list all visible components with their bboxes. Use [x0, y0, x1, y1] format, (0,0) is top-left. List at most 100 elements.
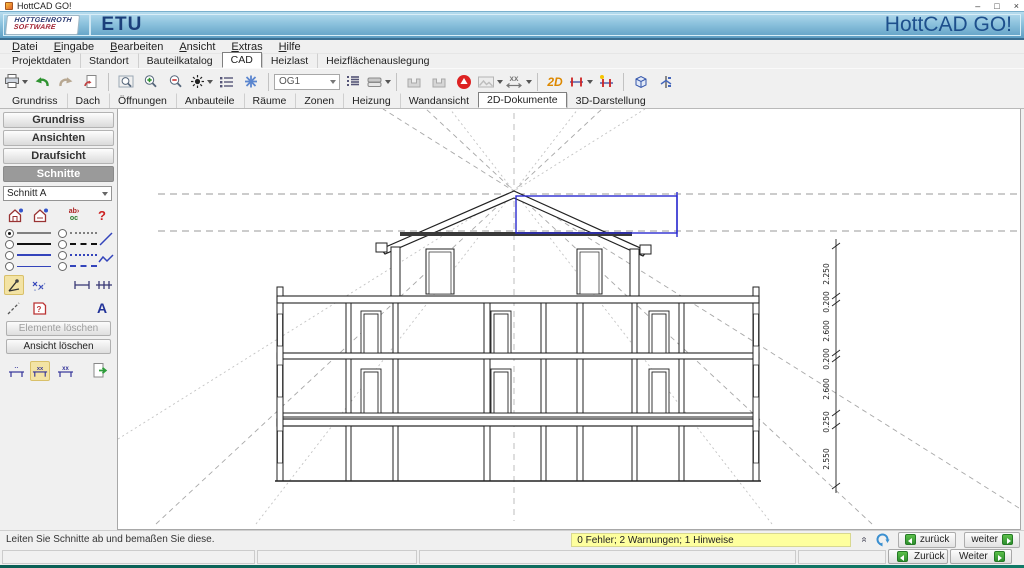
line-style-radio-black-solid[interactable] [5, 240, 14, 249]
svg-text:2.550: 2.550 [822, 448, 831, 470]
section-3d-button[interactable] [654, 71, 678, 93]
2d-mode-button[interactable]: 2D [543, 71, 567, 93]
line-sample-blue-dashed [70, 265, 97, 267]
menu-ansicht[interactable]: Ansicht [171, 41, 223, 53]
view-button-draufsicht[interactable]: Draufsicht [3, 148, 114, 164]
menu-datei[interactable]: Datei [4, 41, 46, 53]
drawing-canvas[interactable]: 2.250 0.200 2.600 0.200 2.600 0.250 2.55… [117, 109, 1021, 530]
line-style-radio-blue-dotted[interactable] [58, 251, 67, 260]
subtab-grundriss[interactable]: Grundriss [3, 93, 67, 108]
copy-view-button[interactable] [79, 71, 103, 93]
svg-text:xx: xx [37, 366, 44, 372]
display-options-button[interactable] [189, 71, 213, 93]
subtab-anbauteile[interactable]: Anbauteile [176, 93, 244, 108]
close-button[interactable]: × [1014, 1, 1019, 11]
subtab-2d-dokumente[interactable]: 2D-Dokumente [478, 92, 567, 108]
help-question-icon[interactable]: ? [92, 205, 112, 225]
delete-elements-button[interactable]: Elemente löschen [6, 321, 111, 336]
svg-text:2.250: 2.250 [822, 263, 831, 285]
collapse-icon[interactable]: » [859, 537, 870, 543]
alert-button[interactable] [452, 71, 476, 93]
subtab-wandansicht[interactable]: Wandansicht [400, 93, 478, 108]
status-hint: Leiten Sie Schnitte ab und bemaßen Sie d… [4, 534, 214, 545]
menu-hilfe[interactable]: Hilfe [271, 41, 309, 53]
layer-list-button[interactable] [341, 71, 365, 93]
dimension-button[interactable] [568, 71, 593, 93]
floor-selector[interactable]: OG1 [274, 74, 340, 90]
edit-section-icon[interactable] [30, 205, 50, 225]
building-section [275, 191, 761, 481]
line-style-radio-blue-dashed[interactable] [58, 262, 67, 271]
clamp-tool-1-button[interactable] [402, 71, 426, 93]
subtab-oeffnungen[interactable]: Öffnungen [109, 93, 176, 108]
subtab-dach[interactable]: Dach [67, 93, 110, 108]
refresh-icon[interactable] [875, 532, 890, 547]
redo-button[interactable] [54, 71, 78, 93]
undo-button[interactable] [29, 71, 53, 93]
subtab-raeume[interactable]: Räume [244, 93, 296, 108]
tab-standort[interactable]: Standort [80, 53, 138, 68]
line-style-row-3 [5, 250, 97, 260]
dimension-single-icon[interactable] [72, 275, 92, 295]
subtab-3d-darstellung[interactable]: 3D-Darstellung [567, 93, 655, 108]
app-icon [5, 2, 13, 10]
tab-heizflaechenauslegung[interactable]: Heizflächenauslegung [317, 53, 438, 68]
line-sample-gray-solid [17, 232, 51, 234]
view-button-grundriss[interactable]: Grundriss [3, 112, 114, 128]
menu-bearbeiten[interactable]: Bearbeiten [102, 41, 171, 53]
menu-extras[interactable]: Extras [223, 41, 270, 53]
view-button-schnitte[interactable]: Schnitte [3, 166, 114, 182]
view-button-ansichten[interactable]: Ansichten [3, 130, 114, 146]
dimension-preset-xx-icon[interactable]: xx [55, 361, 75, 381]
tab-projektdaten[interactable]: Projektdaten [3, 53, 80, 68]
rename-icon[interactable]: ab›oc [64, 205, 84, 225]
next-small-button[interactable]: weiter [964, 532, 1020, 548]
stack-button[interactable] [366, 71, 391, 93]
dimension-auto-button[interactable] [594, 71, 618, 93]
zoom-out-button[interactable] [164, 71, 188, 93]
dimension-chain: 2.250 0.200 2.600 0.200 2.600 0.250 2.55… [822, 239, 840, 493]
dimension-chain-icon[interactable] [94, 275, 114, 295]
dimension-preset-dots-icon[interactable]: ·· [6, 361, 26, 381]
subtab-heizung[interactable]: Heizung [343, 93, 400, 108]
subtab-zonen[interactable]: Zonen [295, 93, 343, 108]
line-style-radio-gray-solid[interactable] [5, 229, 14, 238]
back-button[interactable]: Zurück [888, 549, 948, 564]
next-button[interactable]: Weiter [950, 549, 1012, 564]
new-section-icon[interactable] [5, 205, 25, 225]
print-button[interactable] [4, 71, 28, 93]
clamp-tool-2-button[interactable] [427, 71, 451, 93]
section-selector[interactable]: Schnitt A [3, 186, 112, 201]
move-points-button[interactable]: xx [504, 71, 532, 93]
line-style-radio-blue-thin[interactable] [5, 262, 14, 271]
text-tool-icon[interactable]: A [92, 298, 112, 318]
export-icon[interactable] [90, 360, 110, 380]
polyline-icon[interactable] [96, 249, 116, 269]
line-style-radio-gray-dotted[interactable] [58, 229, 67, 238]
regenerate-star-button[interactable] [239, 71, 263, 93]
cube-3d-button[interactable] [629, 71, 653, 93]
minimize-button[interactable]: – [975, 1, 980, 11]
svg-text:··: ·· [14, 366, 18, 372]
tab-bauteilkatalog[interactable]: Bauteilkatalog [138, 53, 222, 68]
measure-points-tool-icon[interactable] [29, 275, 49, 295]
background-image-button[interactable] [477, 71, 503, 93]
construction-line-icon[interactable] [4, 298, 24, 318]
zoom-in-button[interactable] [139, 71, 163, 93]
floor-selector-value: OG1 [279, 76, 300, 87]
list-button[interactable] [214, 71, 238, 93]
delete-view-button[interactable]: Ansicht löschen [6, 339, 111, 354]
line-style-radio-black-dashed[interactable] [58, 240, 67, 249]
diagonal-line-icon[interactable] [96, 229, 116, 249]
tab-heizlast[interactable]: Heizlast [262, 53, 317, 68]
line-style-radio-blue-solid[interactable] [5, 251, 14, 260]
zoom-window-button[interactable] [114, 71, 138, 93]
maximize-button[interactable]: □ [994, 1, 999, 11]
label-box-icon[interactable]: ? [29, 298, 49, 318]
menu-eingabe[interactable]: Eingabe [46, 41, 102, 53]
dimension-preset-xx-active-icon[interactable]: xx [30, 361, 50, 381]
status-panel-3 [419, 550, 796, 564]
back-small-button[interactable]: zurück [898, 532, 956, 548]
tab-cad[interactable]: CAD [222, 52, 262, 68]
measure-angle-tool-icon[interactable] [4, 275, 24, 295]
